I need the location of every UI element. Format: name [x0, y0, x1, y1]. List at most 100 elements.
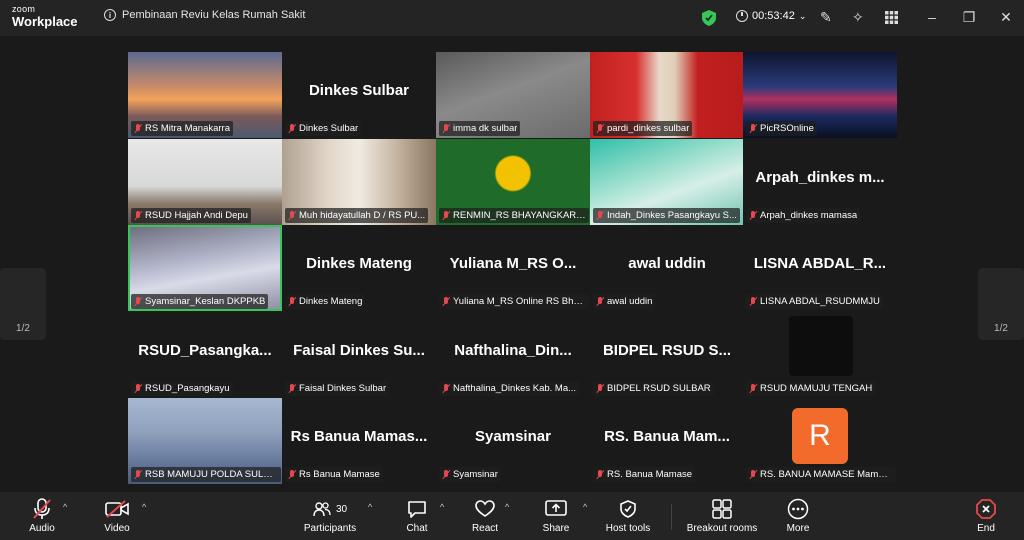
mic-muted-icon [748, 469, 757, 480]
info-icon[interactable]: i [104, 9, 116, 21]
participant-name: LISNA ABDAL_RSUDMMJU [760, 296, 880, 307]
participant-tile[interactable]: Yuliana M_RS O... Yuliana M_RS Online RS … [436, 225, 590, 311]
participant-name: PicRSOnline [760, 123, 814, 134]
end-label: End [977, 523, 995, 534]
clock-icon [736, 10, 748, 22]
mic-muted-icon [748, 383, 757, 394]
participant-tile[interactable]: Dinkes Mateng Dinkes Mateng [282, 225, 436, 311]
participant-name-label: RSUD MAMUJU TENGAH [746, 381, 876, 396]
participant-display-name: RSUD_Pasangka... [138, 342, 272, 359]
participant-tile[interactable]: Syamsinar_Keslan DKPPKB [128, 225, 282, 311]
participant-tile[interactable]: Arpah_dinkes m... Arpah_dinkes mamasa [743, 139, 897, 225]
react-options-caret[interactable]: ^ [505, 502, 509, 512]
participant-tile[interactable]: LISNA ABDAL_R... LISNA ABDAL_RSUDMMJU [743, 225, 897, 311]
brand-small: zoom [12, 4, 36, 14]
share-label: Share [542, 523, 570, 534]
meeting-timer[interactable]: 00:53:42 ⌄ [736, 10, 806, 22]
video-label: Video [104, 523, 130, 534]
participants-button[interactable]: 30 Participants [303, 498, 357, 534]
mic-muted-icon [33, 498, 51, 519]
participant-tile[interactable]: Rs Banua Mamas... Rs Banua Mamase [282, 398, 436, 484]
toolbar-separator [671, 504, 672, 530]
participant-tile[interactable]: Nafthalina_Din... Nafthalina_Dinkes Kab. … [436, 312, 590, 398]
participant-name: Arpah_dinkes mamasa [760, 210, 858, 221]
participant-tile[interactable]: imma dk sulbar [436, 52, 590, 138]
timer-text: 00:53:42 [752, 10, 795, 22]
participant-tile[interactable]: awal uddin awal uddin [590, 225, 744, 311]
participant-name: RSUD_Pasangkayu [145, 383, 230, 394]
participants-count: 30 [335, 503, 348, 515]
participant-display-name: Dinkes Sulbar [308, 82, 410, 99]
mic-muted-icon [441, 210, 450, 221]
mic-muted-icon [595, 469, 604, 480]
more-button[interactable]: More [784, 498, 812, 534]
host-tools-label: Host tools [605, 523, 651, 534]
more-label: More [786, 523, 810, 534]
video-gallery: 1/2 1/2 RS Mitra Manakarra Dinkes Sulbar D… [0, 36, 1024, 492]
chat-button[interactable]: Chat [402, 498, 432, 534]
participant-tile[interactable]: RS Mitra Manakarra [128, 52, 282, 138]
participant-tile[interactable]: pardi_dinkes sulbar [590, 52, 744, 138]
restore-icon[interactable]: ❐ [961, 9, 977, 26]
participant-name-label: RS Mitra Manakarra [131, 121, 233, 136]
react-button[interactable]: React [470, 498, 500, 534]
meeting-info[interactable]: i Pembinaan Reviu Kelas Rumah Sakit [104, 9, 305, 21]
host-tools-button[interactable]: Host tools [603, 498, 653, 534]
participant-name-label: RSB MAMUJU POLDA SULBAR [131, 467, 281, 482]
participant-name: Yuliana M_RS Online RS Bha... [453, 296, 586, 307]
participant-name-label: RS. Banua Mamase [593, 467, 696, 482]
prev-page-button[interactable]: 1/2 [0, 268, 46, 340]
end-meeting-button[interactable]: End [973, 498, 999, 534]
mic-muted-icon [748, 296, 757, 307]
participant-name: RS. BANUA MAMASE Mamasa [760, 469, 893, 480]
magic-pen-icon[interactable]: ✎ [820, 9, 832, 26]
video-options-caret[interactable]: ^ [142, 502, 146, 512]
share-button[interactable]: Share [541, 498, 571, 534]
chat-options-caret[interactable]: ^ [440, 502, 444, 512]
participant-name-label: imma dk sulbar [439, 121, 521, 136]
participant-tile[interactable]: Faisal Dinkes Su... Faisal Dinkes Sulbar [282, 312, 436, 398]
title-bar: zoom Workplace i Pembinaan Reviu Kelas R… [0, 0, 1024, 36]
participant-tile[interactable]: RS. Banua Mam... RS. Banua Mamase [590, 398, 744, 484]
participant-tile[interactable]: PicRSOnline [743, 52, 897, 138]
participant-avatar [789, 316, 853, 376]
minimize-icon[interactable]: – [924, 9, 940, 25]
participant-tile[interactable]: R RS. BANUA MAMASE Mamasa [743, 398, 897, 484]
participant-tile[interactable]: Muh hidayatullah D / RS PU... [282, 139, 436, 225]
participant-tile[interactable]: RSUD_Pasangka... RSUD_Pasangkayu [128, 312, 282, 398]
mic-muted-icon [133, 210, 142, 221]
participant-avatar: R [792, 408, 848, 464]
participant-tile[interactable]: Syamsinar Syamsinar [436, 398, 590, 484]
mic-muted-icon [441, 469, 450, 480]
participant-tile[interactable]: RSUD MAMUJU TENGAH [743, 312, 897, 398]
share-options-caret[interactable]: ^ [583, 502, 587, 512]
participants-options-caret[interactable]: ^ [368, 502, 372, 512]
participant-tile[interactable]: RENMIN_RS BHAYANGKARA... [436, 139, 590, 225]
participant-display-name: Dinkes Mateng [306, 255, 412, 272]
mic-muted-icon [748, 210, 757, 221]
shield-icon[interactable] [702, 10, 716, 26]
participant-display-name: BIDPEL RSUD S... [602, 342, 732, 359]
participant-tile[interactable]: BIDPEL RSUD S... BIDPEL RSUD SULBAR [590, 312, 744, 398]
audio-label: Audio [29, 523, 55, 534]
close-icon[interactable]: ✕ [998, 9, 1014, 26]
participant-name-label: Rs Banua Mamase [285, 467, 383, 482]
grid-view-icon[interactable] [885, 11, 898, 24]
chat-label: Chat [406, 523, 428, 534]
mic-muted-icon [133, 296, 142, 307]
mic-muted-icon [595, 210, 604, 221]
participant-tile[interactable]: RSUD Hajjah Andi Depu [128, 139, 282, 225]
breakout-rooms-button[interactable]: Breakout rooms [686, 498, 758, 534]
audio-button[interactable]: Audio [24, 498, 60, 534]
participant-tile[interactable]: RSB MAMUJU POLDA SULBAR [128, 398, 282, 484]
audio-options-caret[interactable]: ^ [63, 502, 67, 512]
page-indicator-right: 1/2 [994, 323, 1008, 334]
mic-muted-icon [287, 123, 296, 134]
participant-tile[interactable]: Indah_Dinkes Pasangkayu S... [590, 139, 744, 225]
participant-tile[interactable]: Dinkes Sulbar Dinkes Sulbar [282, 52, 436, 138]
video-button[interactable]: Video [100, 498, 134, 534]
participant-name: Dinkes Sulbar [299, 123, 359, 134]
mic-muted-icon [287, 469, 296, 480]
sparkle-icon[interactable]: ✧ [852, 9, 864, 26]
next-page-button[interactable]: 1/2 [978, 268, 1024, 340]
